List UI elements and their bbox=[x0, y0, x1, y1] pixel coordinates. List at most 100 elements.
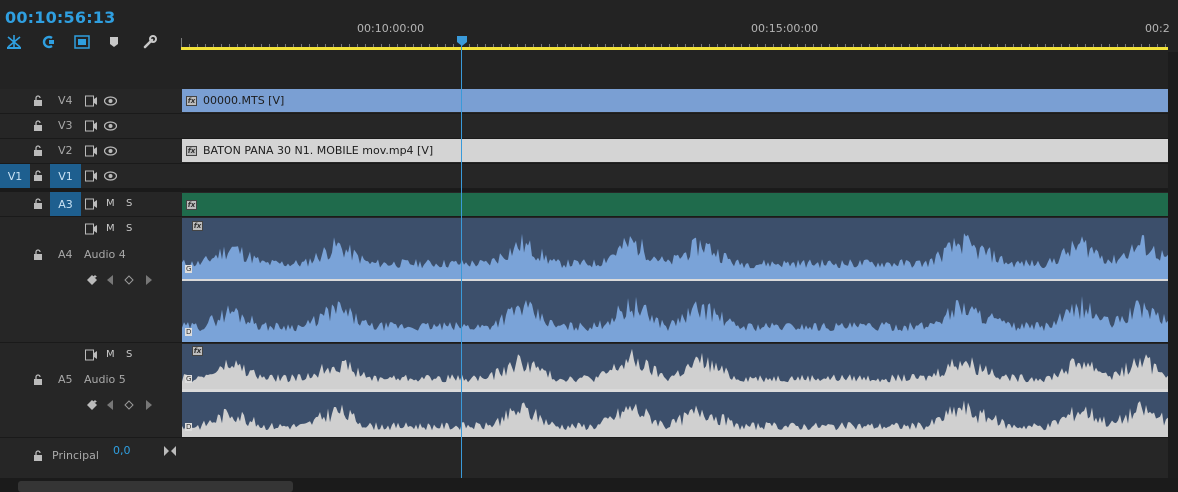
playhead-timecode[interactable]: 00:10:56:13 bbox=[5, 8, 115, 27]
lane-spacer bbox=[181, 52, 1168, 89]
lane-a3[interactable]: fx bbox=[181, 192, 1168, 217]
previous-keyframe-icon[interactable] bbox=[106, 275, 114, 285]
sync-lock-icon[interactable] bbox=[85, 349, 98, 361]
track-label[interactable]: V4 bbox=[58, 94, 73, 107]
playhead-line[interactable] bbox=[461, 44, 462, 478]
work-area-bar[interactable] bbox=[181, 47, 1168, 50]
lock-icon[interactable] bbox=[33, 450, 43, 462]
channel-label: G bbox=[185, 375, 193, 383]
next-keyframe-icon[interactable] bbox=[145, 275, 153, 285]
track-name[interactable]: Audio 5 bbox=[84, 373, 126, 386]
track-label[interactable]: A4 bbox=[58, 248, 73, 261]
track-header-v4: V4 bbox=[0, 89, 181, 114]
lock-icon[interactable] bbox=[33, 249, 43, 261]
sync-lock-icon[interactable] bbox=[85, 95, 98, 107]
eye-icon[interactable] bbox=[104, 146, 117, 156]
track-header-v2: V2 bbox=[0, 139, 181, 164]
lane-v1[interactable] bbox=[181, 164, 1168, 189]
lock-icon[interactable] bbox=[33, 198, 43, 210]
lock-icon[interactable] bbox=[33, 120, 43, 132]
lane-master[interactable] bbox=[181, 438, 1168, 478]
fx-badge-icon: fx bbox=[186, 95, 197, 106]
waveform-a5-left bbox=[182, 348, 1168, 389]
mute-button[interactable]: M bbox=[106, 198, 115, 209]
lock-icon[interactable] bbox=[33, 145, 43, 157]
tracks-area[interactable]: fx 00000.MTS [V] fx BATON PANA 30 N1. MO… bbox=[181, 52, 1168, 478]
playhead-handle[interactable] bbox=[457, 36, 467, 46]
sync-lock-icon[interactable] bbox=[85, 198, 98, 210]
add-keyframe-icon[interactable] bbox=[86, 399, 98, 411]
track-header-a3: A3 M S bbox=[0, 192, 181, 217]
clip-00000-mts[interactable]: fx 00000.MTS [V] bbox=[182, 89, 1168, 112]
waveform-a4-right bbox=[182, 296, 1168, 342]
track-header-v1: V1 V1 bbox=[0, 164, 181, 189]
waveform-a4-left bbox=[182, 233, 1168, 279]
target-patch-v1[interactable]: V1 bbox=[50, 164, 81, 188]
track-label[interactable]: V2 bbox=[58, 144, 73, 157]
mute-button[interactable]: M bbox=[106, 349, 115, 360]
lane-a4[interactable]: fx G D bbox=[181, 217, 1168, 343]
master-volume-value[interactable]: 0,0 bbox=[113, 444, 131, 457]
lock-icon[interactable] bbox=[33, 95, 43, 107]
horizontal-scrollbar-thumb[interactable] bbox=[18, 481, 293, 492]
clip-baton-pana[interactable]: fx BATON PANA 30 N1. MOBILE mov.mp4 [V] bbox=[182, 139, 1168, 162]
solo-button[interactable]: S bbox=[126, 198, 132, 209]
channel-label: D bbox=[185, 423, 193, 431]
track-name[interactable]: Audio 4 bbox=[84, 248, 126, 261]
track-header-master: Principal 0,0 bbox=[0, 438, 181, 478]
track-header-v3: V3 bbox=[0, 114, 181, 139]
eye-icon[interactable] bbox=[104, 96, 117, 106]
solo-button[interactable]: S bbox=[126, 349, 132, 360]
master-track-name[interactable]: Principal bbox=[52, 449, 99, 462]
sync-lock-icon[interactable] bbox=[85, 120, 98, 132]
timeline-toolbar bbox=[6, 33, 176, 51]
track-label[interactable]: V3 bbox=[58, 119, 73, 132]
time-ruler[interactable]: 00:10:00:00 00:15:00:00 00:2 bbox=[181, 0, 1178, 52]
next-keyframe-icon[interactable] bbox=[145, 400, 153, 410]
fx-badge-icon: fx bbox=[186, 145, 197, 156]
waveform-a5-right bbox=[182, 400, 1168, 437]
keyframe-toggle-icon[interactable] bbox=[124, 275, 134, 285]
channel-label: G bbox=[185, 265, 193, 273]
ruler-label: 00:2 bbox=[1145, 22, 1170, 35]
lock-icon[interactable] bbox=[33, 374, 43, 386]
eye-icon[interactable] bbox=[104, 121, 117, 131]
sync-lock-icon[interactable] bbox=[85, 145, 98, 157]
go-to-end-icon[interactable] bbox=[164, 446, 176, 456]
clip-a4-audio[interactable]: fx G D bbox=[182, 218, 1168, 342]
lane-a5[interactable]: fx G D bbox=[181, 343, 1168, 438]
insert-sequence-icon[interactable] bbox=[74, 33, 108, 51]
track-header-a4: M S A4 Audio 4 bbox=[0, 217, 181, 343]
source-patch-v1[interactable]: V1 bbox=[0, 164, 30, 188]
lane-v3[interactable] bbox=[181, 114, 1168, 139]
lane-v4[interactable]: fx 00000.MTS [V] bbox=[181, 89, 1168, 114]
add-marker-icon[interactable] bbox=[108, 33, 142, 51]
ruler-label: 00:15:00:00 bbox=[751, 22, 819, 35]
clip-name: 00000.MTS [V] bbox=[203, 94, 285, 107]
snap-in-sequence-icon[interactable] bbox=[6, 33, 40, 51]
timeline-settings-wrench-icon[interactable] bbox=[142, 33, 176, 51]
fx-badge-icon: fx bbox=[186, 199, 197, 210]
add-keyframe-icon[interactable] bbox=[86, 274, 98, 286]
target-patch-a3[interactable]: A3 bbox=[50, 192, 81, 216]
previous-keyframe-icon[interactable] bbox=[106, 400, 114, 410]
track-header-spacer bbox=[0, 52, 181, 89]
clip-name: BATON PANA 30 N1. MOBILE mov.mp4 [V] bbox=[203, 144, 434, 157]
clip-a5-audio[interactable]: fx G D bbox=[182, 344, 1168, 437]
lane-v2[interactable]: fx BATON PANA 30 N1. MOBILE mov.mp4 [V] bbox=[181, 139, 1168, 164]
linked-selection-icon[interactable] bbox=[40, 33, 74, 51]
track-label[interactable]: A5 bbox=[58, 373, 73, 386]
track-header-a5: M S A5 Audio 5 bbox=[0, 343, 181, 438]
timeline-panel: 00:10:56:13 00:10:00:00 00:15:00:00 00:2 bbox=[0, 0, 1178, 492]
clip-a3-audio[interactable]: fx bbox=[182, 193, 1168, 216]
lock-icon[interactable] bbox=[33, 170, 43, 182]
channel-label: D bbox=[185, 328, 193, 336]
sync-lock-icon[interactable] bbox=[85, 170, 98, 182]
ruler-label: 00:10:00:00 bbox=[357, 22, 425, 35]
keyframe-toggle-icon[interactable] bbox=[124, 400, 134, 410]
eye-icon[interactable] bbox=[104, 171, 117, 181]
mute-button[interactable]: M bbox=[106, 223, 115, 234]
vertical-scrollbar[interactable] bbox=[1168, 52, 1178, 478]
sync-lock-icon[interactable] bbox=[85, 223, 98, 235]
solo-button[interactable]: S bbox=[126, 223, 132, 234]
